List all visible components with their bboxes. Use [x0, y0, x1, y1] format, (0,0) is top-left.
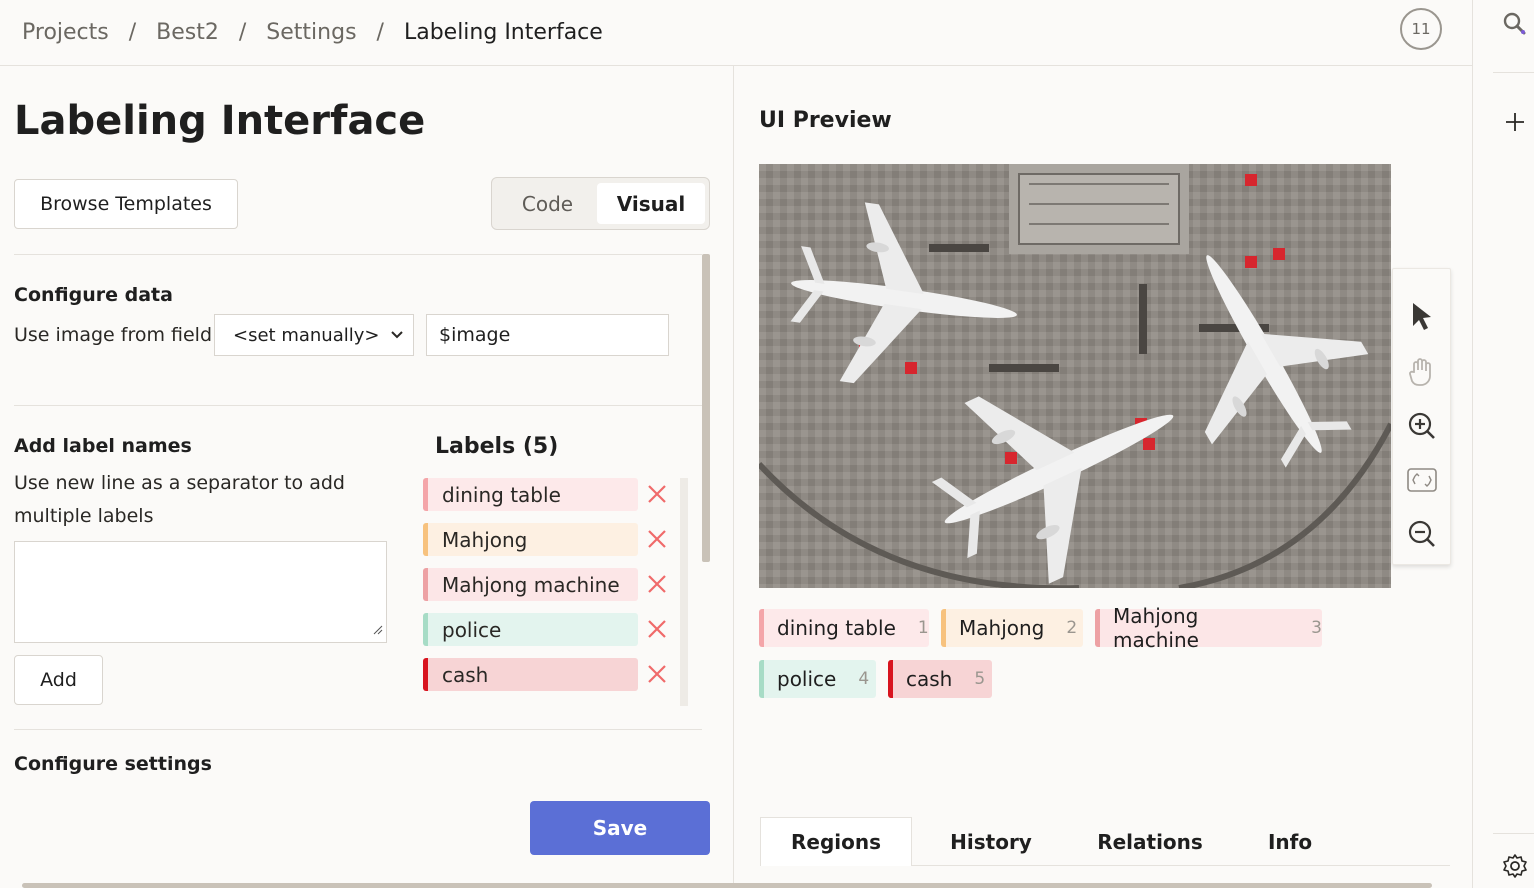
chip-label: Mahjong machine	[1113, 604, 1199, 652]
horizontal-scrollbar[interactable]	[22, 883, 1432, 888]
mode-toggle: Code Visual	[491, 177, 710, 230]
label-item[interactable]: police	[423, 613, 638, 646]
preview-label-chip[interactable]: dining table 1	[759, 609, 929, 647]
image-field-select[interactable]: <set manually>	[214, 314, 414, 356]
save-button[interactable]: Save	[530, 801, 710, 855]
preview-label-chip[interactable]: police 4	[759, 660, 876, 698]
breadcrumb-separator: /	[376, 20, 384, 45]
rail-divider	[1493, 72, 1534, 73]
label-item-name: cash	[442, 662, 489, 687]
tab-code[interactable]: Code	[496, 183, 599, 224]
tab-relations[interactable]: Relations	[1070, 817, 1230, 866]
breadcrumb-project[interactable]: Best2	[156, 20, 219, 45]
tab-visual[interactable]: Visual	[597, 183, 705, 224]
delete-label-icon[interactable]	[646, 573, 668, 595]
tab-history[interactable]: History	[912, 817, 1070, 866]
chip-label: dining table	[777, 616, 896, 640]
label-item[interactable]: dining table	[423, 478, 638, 511]
chip-hotkey: 5	[974, 669, 986, 689]
configure-data-title: Configure data	[14, 284, 173, 306]
search-icon[interactable]	[1501, 10, 1529, 38]
labels-title: Labels (5)	[435, 434, 559, 459]
section-divider	[14, 405, 702, 406]
preview-label-chip[interactable]: Mahjong 2	[941, 609, 1083, 647]
tab-info[interactable]: Info	[1230, 817, 1350, 866]
breadcrumb-separator: /	[238, 20, 247, 45]
label-item[interactable]: Mahjong machine	[423, 568, 638, 601]
chip-hotkey: 1	[917, 618, 929, 638]
sidebar-tabs: Regions History Relations Info	[760, 817, 1450, 866]
chip-label: police	[777, 667, 837, 691]
label-item-name: dining table	[442, 482, 561, 507]
zoom-out-icon[interactable]	[1405, 517, 1439, 551]
delete-label-icon[interactable]	[646, 528, 668, 550]
breadcrumb-settings[interactable]: Settings	[266, 20, 356, 45]
page-title: Labeling Interface	[14, 98, 426, 144]
breadcrumb-separator: /	[128, 20, 137, 45]
chip-label: Mahjong	[959, 616, 1045, 640]
image-toolbar	[1392, 268, 1451, 565]
label-list-scrollbar[interactable]	[680, 478, 688, 706]
label-item-name: Mahjong	[442, 527, 528, 552]
label-item-name: Mahjong machine	[442, 572, 620, 597]
config-panel: Labeling Interface Browse Templates Code…	[0, 66, 734, 888]
add-label-button[interactable]: Add	[14, 655, 103, 705]
select-value: <set manually>	[233, 324, 380, 346]
label-item[interactable]: cash	[423, 658, 638, 691]
add-labels-help: Use new line as a separator to add multi…	[14, 472, 345, 527]
preview-title: UI Preview	[759, 108, 892, 133]
browse-templates-button[interactable]: Browse Templates	[14, 179, 238, 229]
label-item[interactable]: Mahjong	[423, 523, 638, 556]
pointer-icon[interactable]	[1405, 299, 1439, 333]
resize-grip-icon[interactable]	[371, 620, 383, 639]
top-header: Projects / Best2 / Settings / Labeling I…	[0, 0, 1472, 66]
hand-icon[interactable]	[1405, 355, 1439, 389]
gear-icon[interactable]	[1501, 852, 1529, 880]
tab-regions[interactable]: Regions	[760, 817, 912, 866]
label-names-textarea[interactable]	[14, 541, 387, 643]
chip-hotkey: 4	[858, 669, 870, 689]
config-scrollbar[interactable]	[702, 254, 710, 562]
delete-label-icon[interactable]	[646, 483, 668, 505]
fit-screen-icon[interactable]	[1405, 463, 1439, 497]
chip-hotkey: 3	[1311, 618, 1322, 638]
delete-label-icon[interactable]	[646, 663, 668, 685]
section-divider	[14, 254, 702, 255]
preview-label-chip[interactable]: cash 5	[888, 660, 992, 698]
notification-badge[interactable]: 11	[1400, 8, 1442, 50]
section-divider	[14, 729, 702, 730]
image-value-input[interactable]: $image	[426, 314, 669, 356]
plus-icon[interactable]	[1501, 108, 1529, 136]
chip-label: cash	[906, 667, 953, 691]
chevron-down-icon	[389, 327, 405, 348]
preview-image[interactable]	[759, 164, 1391, 588]
image-field-label: Use image from field	[14, 324, 213, 346]
breadcrumb-current: Labeling Interface	[403, 20, 603, 45]
chip-hotkey: 2	[1066, 618, 1078, 638]
zoom-in-icon[interactable]	[1405, 409, 1439, 443]
right-rail	[1472, 0, 1534, 888]
add-labels-title: Add label names	[14, 435, 192, 457]
rail-divider	[1493, 833, 1534, 834]
label-item-name: police	[442, 617, 502, 642]
breadcrumb-projects[interactable]: Projects	[22, 20, 109, 45]
preview-label-chip[interactable]: Mahjong machine 3	[1095, 604, 1322, 652]
delete-label-icon[interactable]	[646, 618, 668, 640]
configure-settings-title: Configure settings	[14, 753, 212, 775]
